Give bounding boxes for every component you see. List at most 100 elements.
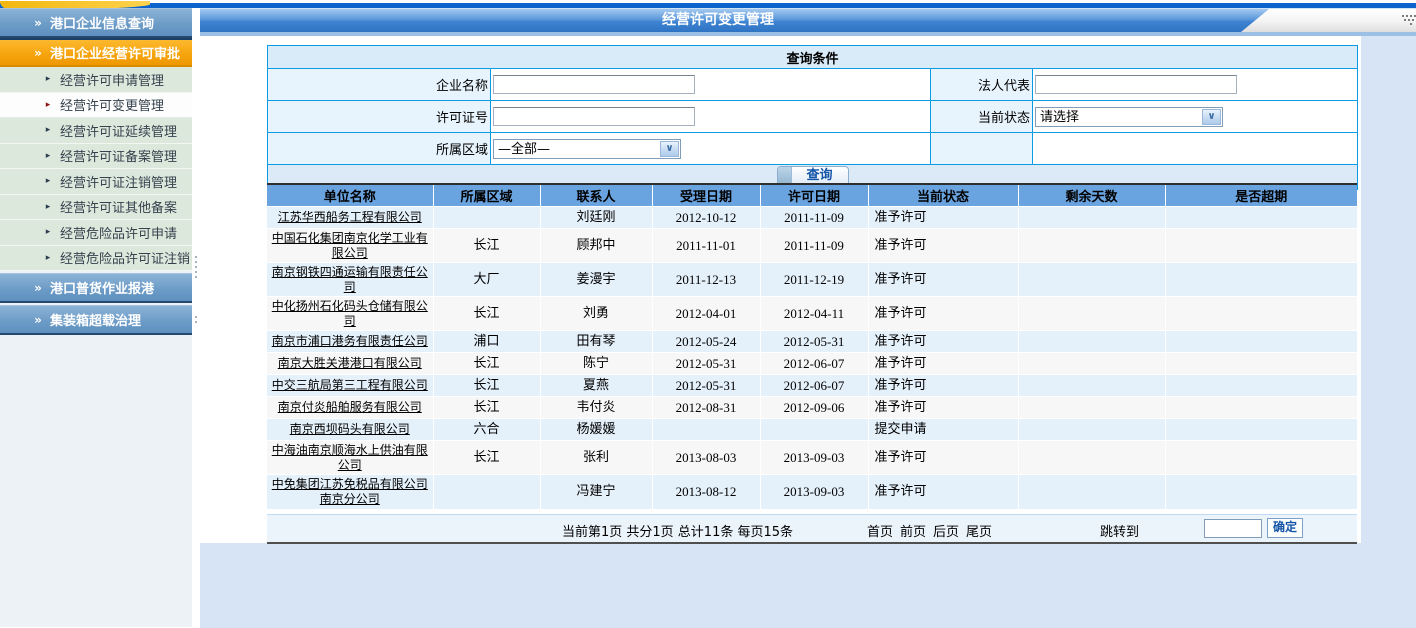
sidebar-splitter[interactable] (192, 8, 200, 627)
company-link[interactable]: 中免集团江苏免税品有限公司南京分公司 (272, 477, 428, 506)
table-cell (1165, 475, 1357, 509)
table-cell: 准予许可 (868, 441, 1018, 475)
table-cell (1018, 331, 1165, 353)
table-cell: 2012-06-07 (760, 353, 868, 375)
table-cell: 韦付炎 (540, 397, 652, 419)
table-row: 中化扬州石化码头仓储有限公司长江刘勇2012-04-012012-04-11准予… (267, 297, 1357, 331)
table-cell (1018, 441, 1165, 475)
sidebar-item[interactable]: »集装箱超载治理 (0, 305, 192, 335)
sidebar-subitem[interactable]: ▸经营危险品许可证注销 (0, 246, 192, 272)
company-name-input[interactable] (493, 75, 695, 94)
sidebar-subitem[interactable]: ▸ 经营许可证延续管理 (0, 118, 192, 144)
field-label-legal-rep: 法人代表 (931, 69, 1033, 101)
company-name-cell: 中国石化集团南京化学工业有限公司 (267, 229, 433, 263)
table-cell: 2013-08-03 (652, 441, 760, 475)
table-cell: 准予许可 (868, 229, 1018, 263)
table-cell (1165, 297, 1357, 331)
table-row: 江苏华西船务工程有限公司刘廷刚2012-10-122011-11-09准予许可 (267, 207, 1357, 229)
results-header-row: 单位名称所属区域联系人受理日期许可日期当前状态剩余天数是否超期 (267, 184, 1357, 207)
drag-dots-icon[interactable] (1402, 15, 1404, 17)
table-cell: 长江 (433, 297, 540, 331)
table-cell (652, 419, 760, 441)
sidebar-item-label: 经营许可证延续管理 (60, 121, 177, 140)
table-cell: 2011-12-19 (760, 263, 868, 297)
table-cell: 2012-05-24 (652, 331, 760, 353)
current-status-select[interactable]: 请选择 ∨ (1035, 107, 1223, 127)
pagination-link[interactable]: 前页 (900, 525, 926, 540)
sidebar-item-label: 港口普货作业报港 (50, 278, 154, 297)
pagination-summary: 当前第1页 共分1页 总计11条 每页15条 (562, 521, 793, 540)
sidebar-subitem[interactable]: ▸经营许可申请管理 (0, 67, 192, 93)
sidebar-item[interactable]: »港口普货作业报港 (0, 273, 192, 303)
sidebar-subitem[interactable]: ▸经营危险品许可申请 (0, 220, 192, 246)
company-link[interactable]: 南京市浦口港务有限责任公司 (272, 334, 428, 348)
sidebar-item[interactable]: »港口企业信息查询 (0, 8, 192, 38)
menu-arrow-icon: ▸ (40, 74, 56, 84)
pagination-link[interactable]: 后页 (933, 525, 959, 540)
company-link[interactable]: 中交三航局第三工程有限公司 (272, 378, 428, 392)
results-thead: 单位名称所属区域联系人受理日期许可日期当前状态剩余天数是否超期 (267, 184, 1357, 207)
table-cell (1018, 475, 1165, 509)
company-link[interactable]: 江苏华西船务工程有限公司 (278, 210, 422, 224)
menu-arrow-icon: ▸ (40, 125, 56, 135)
table-cell: 提交申请 (868, 419, 1018, 441)
column-header: 剩余天数 (1018, 184, 1165, 207)
license-no-input[interactable] (493, 107, 695, 126)
table-row: 南京钢铁四通运输有限责任公司大厂姜漫宇2011-12-132011-12-19准… (267, 263, 1357, 297)
page-header: 经营许可变更管理 (200, 8, 1416, 32)
table-cell: 2013-09-03 (760, 475, 868, 509)
splitter-grip-icon (195, 256, 197, 258)
menu-arrow-icon: ▸ (40, 100, 56, 110)
jump-page-input[interactable] (1204, 519, 1262, 538)
table-cell: 准予许可 (868, 475, 1018, 509)
sidebar-item-label: 经营许可证其他备案 (60, 197, 177, 216)
sidebar-item-label: 集装箱超载治理 (50, 310, 141, 329)
table-cell (1165, 207, 1357, 229)
table-cell: 2013-09-03 (760, 441, 868, 475)
company-link[interactable]: 中化扬州石化码头仓储有限公司 (272, 299, 428, 328)
table-cell: 浦口 (433, 331, 540, 353)
table-cell: 2012-10-12 (652, 207, 760, 229)
sidebar-subitem[interactable]: ▸经营许可变更管理 (0, 93, 192, 119)
table-cell: 夏燕 (540, 375, 652, 397)
column-header: 许可日期 (760, 184, 868, 207)
table-cell: 姜漫宇 (540, 263, 652, 297)
company-link[interactable]: 中海油南京顺海水上供油有限公司 (272, 443, 428, 472)
field-label-region: 所属区域 (268, 133, 491, 165)
sidebar-subitem[interactable]: ▸经营许可证注销管理 (0, 169, 192, 195)
table-cell: 长江 (433, 441, 540, 475)
sidebar-item-label: 港口企业经营许可审批 (50, 43, 180, 62)
table-cell (1165, 441, 1357, 475)
table-row: 南京大胜关港港口有限公司长江陈宁2012-05-312012-06-07准予许可 (267, 353, 1357, 375)
field-label-license-no: 许可证号 (268, 101, 491, 133)
region-select[interactable]: —全部— ∨ (493, 139, 681, 159)
company-link[interactable]: 中国石化集团南京化学工业有限公司 (272, 231, 428, 260)
jump-confirm-button[interactable]: 确定 (1267, 518, 1303, 538)
table-cell (1018, 297, 1165, 331)
company-link[interactable]: 南京付炎船舶服务有限公司 (278, 400, 422, 414)
legal-rep-input[interactable] (1035, 75, 1237, 94)
table-cell: 准予许可 (868, 331, 1018, 353)
table-cell (1018, 419, 1165, 441)
table-cell: 2012-05-31 (652, 375, 760, 397)
company-link[interactable]: 南京钢铁四通运输有限责任公司 (272, 265, 428, 294)
table-cell: 准予许可 (868, 353, 1018, 375)
table-cell (1165, 419, 1357, 441)
sidebar-subitem[interactable]: ▸经营许可证其他备案 (0, 195, 192, 221)
company-link[interactable]: 南京西坝码头有限公司 (290, 422, 410, 436)
results-tbody: 江苏华西船务工程有限公司刘廷刚2012-10-122011-11-09准予许可中… (267, 207, 1357, 509)
company-link[interactable]: 南京大胜关港港口有限公司 (278, 356, 422, 370)
table-cell: 杨媛媛 (540, 419, 652, 441)
sidebar-item[interactable]: »港口企业经营许可审批 (0, 38, 192, 67)
results-table: 单位名称所属区域联系人受理日期许可日期当前状态剩余天数是否超期 江苏华西船务工程… (267, 183, 1357, 509)
table-cell: 2012-05-31 (652, 353, 760, 375)
pagination-link[interactable]: 尾页 (966, 525, 992, 540)
table-cell: 刘勇 (540, 297, 652, 331)
table-cell: 2011-11-09 (760, 207, 868, 229)
empty-cell (931, 133, 1033, 165)
pagination-link[interactable]: 首页 (867, 525, 893, 540)
sidebar-menu: »港口企业信息查询»港口企业经营许可审批▸经营许可申请管理▸经营许可变更管理▸经… (0, 8, 192, 627)
table-cell: 六合 (433, 419, 540, 441)
sidebar-subitem[interactable]: ▸经营许可证备案管理 (0, 144, 192, 170)
menu-arrow-icon: » (28, 313, 48, 327)
